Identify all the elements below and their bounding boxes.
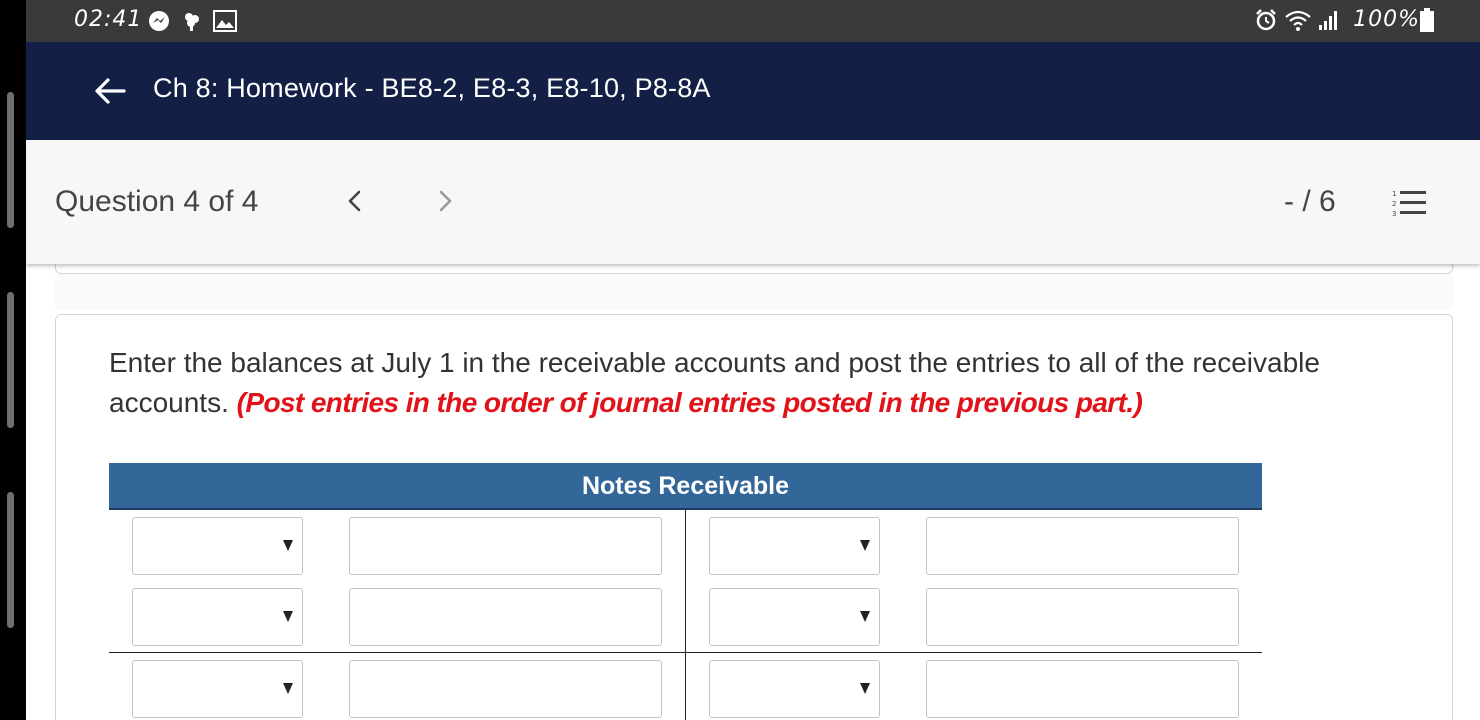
alarm-icon: [1254, 8, 1278, 37]
card-gap: [55, 274, 1453, 310]
question-instructions: Enter the balances at July 1 in the rece…: [109, 343, 1399, 423]
t-account-divider: [685, 510, 686, 720]
instruction-emphasis: (Post entries in the order of journal en…: [236, 387, 1143, 418]
left-amount-input[interactable]: [349, 588, 662, 646]
right-balance-select[interactable]: [709, 660, 880, 718]
right-account-select[interactable]: [709, 588, 880, 646]
left-balance-input[interactable]: [349, 660, 662, 718]
left-balance-select[interactable]: [132, 660, 303, 718]
status-bar: 02:41 100%: [26, 0, 1480, 42]
battery-percent: 100%: [1353, 7, 1420, 32]
svg-text:1: 1: [1392, 190, 1396, 198]
svg-text:2: 2: [1392, 200, 1396, 208]
dropdown-arrow-icon: [860, 540, 870, 551]
dropdown-arrow-icon: [283, 611, 293, 622]
status-time: 02:41: [74, 7, 143, 32]
left-account-select[interactable]: [132, 517, 303, 575]
left-account-select[interactable]: [132, 588, 303, 646]
messenger-icon: [148, 10, 170, 37]
dropdown-arrow-icon: [283, 540, 293, 551]
bezel-mark: [7, 292, 14, 428]
tree-icon: [181, 10, 203, 37]
signal-icon: [1318, 10, 1340, 35]
next-question-button[interactable]: [434, 186, 458, 216]
dropdown-arrow-icon: [283, 683, 293, 694]
gallery-icon: [213, 10, 237, 37]
right-amount-input[interactable]: [926, 517, 1239, 575]
question-list-icon[interactable]: 1 2 3: [1390, 188, 1428, 218]
question-card: Enter the balances at July 1 in the rece…: [55, 314, 1453, 720]
t-account-balance-rule: [109, 652, 1262, 653]
right-amount-input[interactable]: [926, 588, 1239, 646]
question-counter: Question 4 of 4: [55, 185, 259, 218]
svg-text:3: 3: [1392, 210, 1396, 218]
question-nav-bar: Question 4 of 4 - / 6 1 2 3: [26, 140, 1480, 264]
battery-icon: [1420, 8, 1434, 37]
bezel-mark: [7, 92, 14, 228]
dropdown-arrow-icon: [860, 683, 870, 694]
app-header: Ch 8: Homework - BE8-2, E8-3, E8-10, P8-…: [26, 42, 1480, 140]
t-account-title: Notes Receivable: [109, 463, 1262, 510]
t-account-notes-receivable: Notes Receivable: [109, 463, 1262, 720]
right-balance-input[interactable]: [926, 660, 1239, 718]
right-account-select[interactable]: [709, 517, 880, 575]
assignment-title: Ch 8: Homework - BE8-2, E8-3, E8-10, P8-…: [153, 73, 711, 103]
score-display: - / 6: [1284, 185, 1336, 218]
wifi-icon: [1284, 8, 1312, 37]
previous-question-button[interactable]: [342, 186, 366, 216]
dropdown-arrow-icon: [860, 611, 870, 622]
back-arrow-icon[interactable]: [92, 75, 128, 107]
bezel-mark: [7, 492, 14, 628]
left-amount-input[interactable]: [349, 517, 662, 575]
device-bezel: [0, 0, 26, 720]
